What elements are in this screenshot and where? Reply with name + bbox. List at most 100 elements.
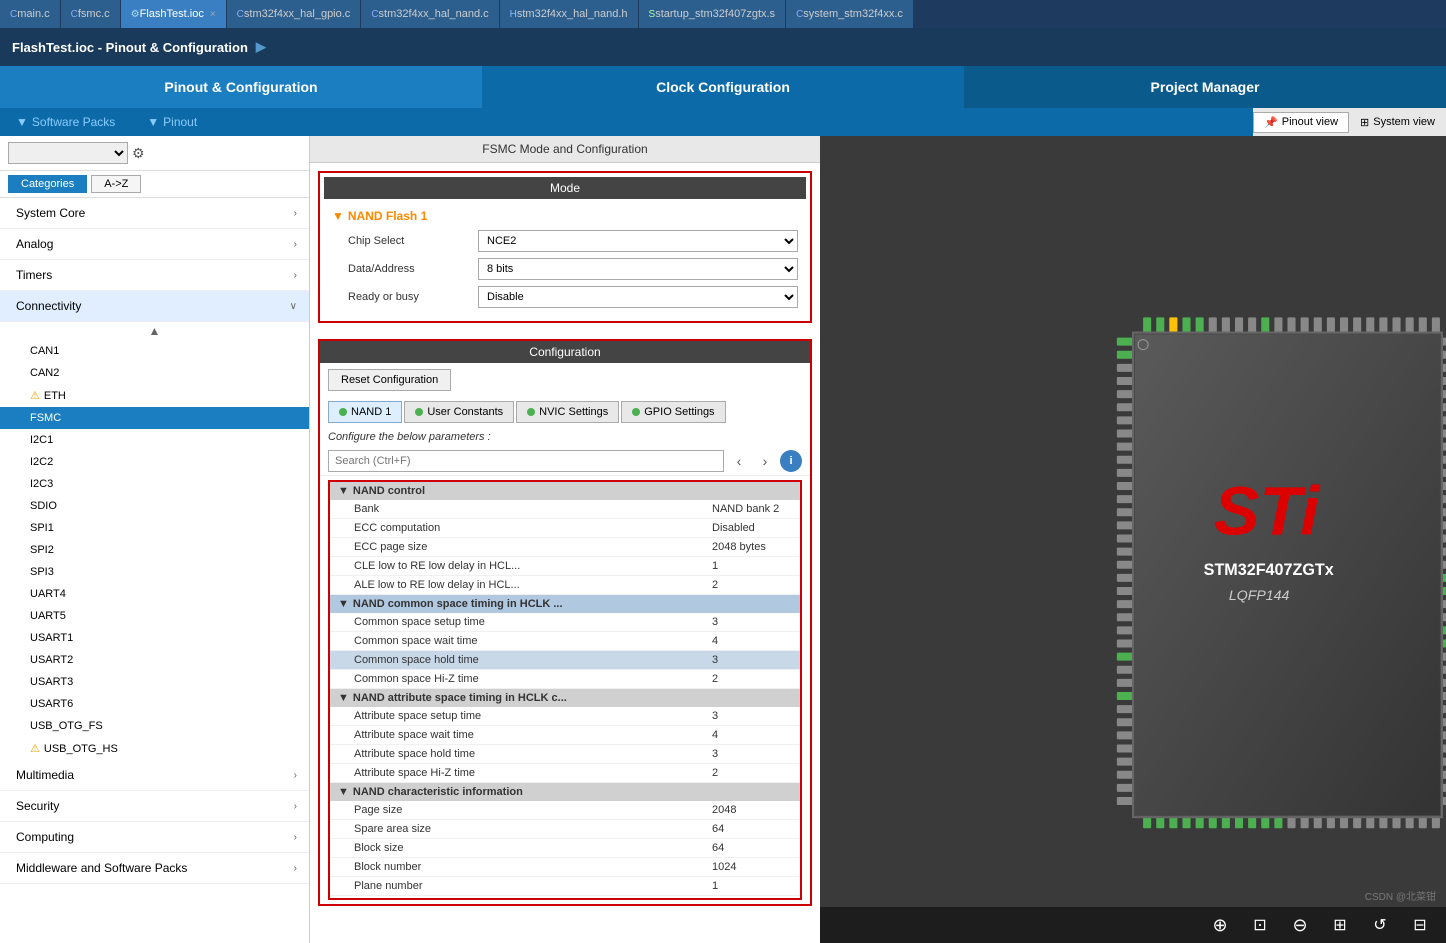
category-timers-header[interactable]: Timers ›: [0, 260, 309, 291]
config-tab-nvic[interactable]: NVIC Settings: [516, 401, 619, 423]
svg-text:STM32F407ZGTx: STM32F407ZGTx: [1204, 561, 1334, 579]
tab-startup[interactable]: S startup_stm32f407zgtx.s: [639, 0, 787, 28]
sidebar-item-usart3[interactable]: USART3: [0, 671, 309, 693]
sidebar-item-can2[interactable]: CAN2: [0, 362, 309, 384]
chevron-attr-icon[interactable]: ▼: [338, 692, 349, 704]
system-view-btn[interactable]: ⊞ System view: [1349, 112, 1446, 133]
tab-nandh-label: stm32f4xx_hal_nand.h: [517, 8, 628, 20]
rotate-button[interactable]: ↺: [1366, 911, 1394, 939]
search-prev-icon[interactable]: ‹: [728, 450, 750, 472]
group-nand-control-label: NAND control: [353, 485, 425, 497]
nav-clock-label: Clock Configuration: [656, 79, 790, 95]
category-security-header[interactable]: Security ›: [0, 791, 309, 822]
sidebar-item-uart5[interactable]: UART5: [0, 605, 309, 627]
tab-az[interactable]: A->Z: [91, 175, 141, 193]
chevron-nand-control-icon[interactable]: ▼: [338, 485, 349, 497]
config-tab-nand1[interactable]: NAND 1: [328, 401, 402, 423]
sidebar-item-usart1[interactable]: USART1: [0, 627, 309, 649]
tab-fsmc[interactable]: C fsmc.c: [61, 0, 121, 28]
system-view-label: System view: [1373, 116, 1435, 128]
config-tab-gpio[interactable]: GPIO Settings: [621, 401, 725, 423]
export-button[interactable]: ⊞: [1326, 911, 1354, 939]
reset-config-button[interactable]: Reset Configuration: [328, 369, 451, 391]
param-ale-low-name: ALE low to RE low delay in HCL...: [354, 579, 712, 591]
ready-busy-dropdown[interactable]: DisableEnable: [478, 286, 798, 308]
tab-main-label: main.c: [17, 8, 49, 20]
pinout-view-btn[interactable]: 📌 Pinout view: [1253, 112, 1349, 133]
chevron-char-icon[interactable]: ▼: [338, 786, 349, 798]
param-ecc-page: ECC page size 2048 bytes: [330, 538, 800, 557]
sub-nav-software-packs[interactable]: ▼ Software Packs: [0, 108, 131, 136]
sidebar-item-spi3[interactable]: SPI3: [0, 561, 309, 583]
grid-button[interactable]: ⊟: [1406, 911, 1434, 939]
nav-project-manager[interactable]: Project Manager: [964, 66, 1446, 108]
data-address-dropdown[interactable]: 8 bits16 bits: [478, 258, 798, 280]
sidebar-item-uart4[interactable]: UART4: [0, 583, 309, 605]
category-middleware-header[interactable]: Middleware and Software Packs ›: [0, 853, 309, 884]
tab-nand[interactable]: C stm32f4xx_hal_nand.c: [361, 0, 499, 28]
param-plane-number-value: 1: [712, 880, 792, 892]
gear-icon[interactable]: ⚙: [132, 145, 145, 162]
category-system-core-header[interactable]: System Core ›: [0, 198, 309, 229]
sidebar-item-i2c2[interactable]: I2C2: [0, 451, 309, 473]
config-tab-user-label: User Constants: [427, 406, 503, 418]
params-search-input[interactable]: [328, 450, 724, 472]
category-connectivity-header[interactable]: Connectivity ∨: [0, 291, 309, 322]
sidebar-item-eth[interactable]: ⚠ETH: [0, 384, 309, 407]
sidebar-item-usb-otg-fs[interactable]: USB_OTG_FS: [0, 715, 309, 737]
tab-nand-icon: C: [371, 9, 378, 20]
sidebar-item-fsmc[interactable]: FSMC: [0, 407, 309, 429]
nav-pinout-config[interactable]: Pinout & Configuration: [0, 66, 482, 108]
sub-nav-pinout[interactable]: ▼ Pinout: [131, 108, 213, 136]
fit-screen-button[interactable]: ⊡: [1246, 911, 1274, 939]
param-plane-size-name: Plane size: [354, 899, 712, 900]
tab-main-icon: C: [10, 9, 17, 20]
sidebar: ⚙ Categories A->Z System Core › Analog: [0, 136, 310, 943]
category-computing-header[interactable]: Computing ›: [0, 822, 309, 853]
param-as-hiz-value: 2: [712, 767, 792, 779]
search-dropdown[interactable]: [8, 142, 128, 164]
nand-flash-header[interactable]: ▼ NAND Flash 1: [324, 205, 806, 227]
category-computing-label: Computing: [16, 830, 74, 844]
svg-text:STi: STi: [1214, 472, 1321, 549]
tab-main[interactable]: C main.c: [0, 0, 61, 28]
tab-system[interactable]: C system_stm32f4xx.c: [786, 0, 914, 28]
config-tab-gpio-label: GPIO Settings: [644, 406, 714, 418]
chevron-common-icon[interactable]: ▼: [338, 598, 349, 610]
search-next-icon[interactable]: ›: [754, 450, 776, 472]
pinout-view-icon: 📌: [1264, 116, 1278, 129]
category-security-label: Security: [16, 799, 59, 813]
sidebar-item-i2c1[interactable]: I2C1: [0, 429, 309, 451]
chip-select-dropdown[interactable]: NCE2NCE3NCE4: [478, 230, 798, 252]
chip-select-label: Chip Select: [348, 235, 478, 247]
tab-gpio[interactable]: C stm32f4xx_hal_gpio.c: [227, 0, 362, 28]
warning-icon: ⚠: [30, 389, 40, 402]
info-icon[interactable]: i: [780, 450, 802, 472]
watermark: CSDN @北菜钳: [1365, 888, 1436, 903]
tab-nandh[interactable]: H stm32f4xx_hal_nand.h: [500, 0, 639, 28]
zoom-in-button[interactable]: ⊕: [1206, 911, 1234, 939]
sidebar-item-spi1[interactable]: SPI1: [0, 517, 309, 539]
sidebar-item-usart6[interactable]: USART6: [0, 693, 309, 715]
sidebar-item-spi2[interactable]: SPI2: [0, 539, 309, 561]
sub-nav: ▼ Software Packs ▼ Pinout 📌 Pinout view …: [0, 108, 1446, 136]
config-tab-user-constants[interactable]: User Constants: [404, 401, 514, 423]
category-analog-header[interactable]: Analog ›: [0, 229, 309, 260]
sidebar-item-can1[interactable]: CAN1: [0, 340, 309, 362]
scroll-up-btn[interactable]: ▲: [0, 322, 309, 340]
tab-categories[interactable]: Categories: [8, 175, 87, 193]
chevron-right-icon-3: ›: [294, 270, 297, 281]
zoom-out-button[interactable]: ⊖: [1286, 911, 1314, 939]
sidebar-item-usart2[interactable]: USART2: [0, 649, 309, 671]
sidebar-item-usb-otg-hs[interactable]: ⚠USB_OTG_HS: [0, 737, 309, 760]
sidebar-item-i2c3[interactable]: I2C3: [0, 473, 309, 495]
tab-flashtest-close[interactable]: ×: [210, 9, 216, 20]
sub-nav-software-label: Software Packs: [32, 115, 115, 129]
system-view-icon: ⊞: [1360, 116, 1369, 129]
sidebar-item-sdio[interactable]: SDIO: [0, 495, 309, 517]
category-multimedia-header[interactable]: Multimedia ›: [0, 760, 309, 791]
tab-flashtest[interactable]: ⚙ FlashTest.ioc ×: [121, 0, 227, 28]
param-as-hold-value: 3: [712, 748, 792, 760]
param-as-setup: Attribute space setup time 3: [330, 707, 800, 726]
nav-clock-config[interactable]: Clock Configuration: [482, 66, 964, 108]
